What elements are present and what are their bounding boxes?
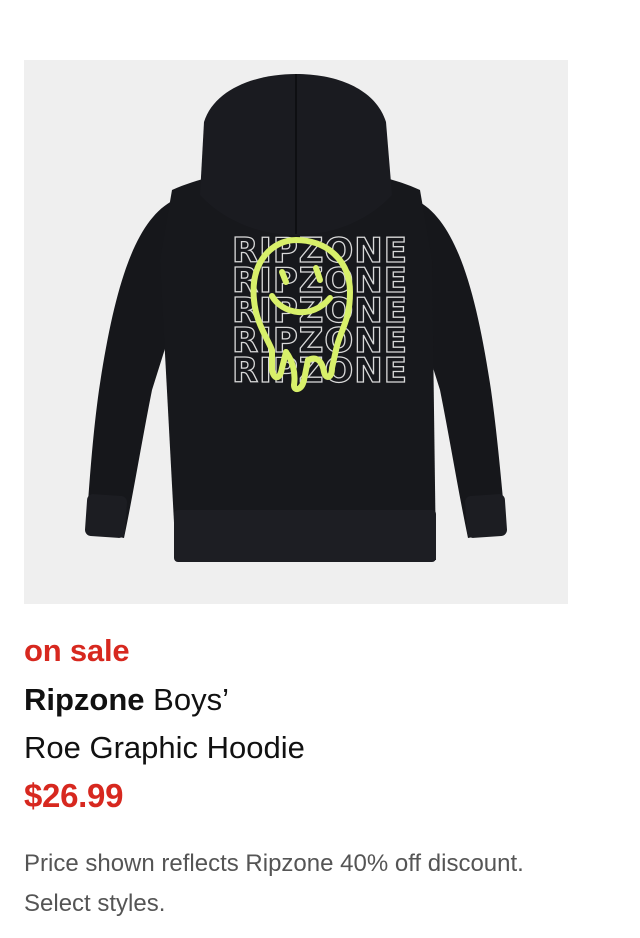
product-brand: Ripzone — [24, 682, 145, 717]
sale-badge: on sale — [24, 633, 130, 668]
product-card[interactable]: RIPZONE RIPZONE RIPZONE RIPZONE RIPZONE … — [24, 60, 568, 924]
svg-text:RIPZONE: RIPZONE — [232, 351, 408, 391]
product-title[interactable]: Ripzone Boys’ Roe Graphic Hoodie — [24, 676, 568, 772]
hoodie-illustration: RIPZONE RIPZONE RIPZONE RIPZONE RIPZONE — [84, 74, 508, 562]
product-image[interactable]: RIPZONE RIPZONE RIPZONE RIPZONE RIPZONE — [24, 60, 568, 604]
product-title-line1: Boys’ — [144, 682, 229, 717]
product-price: $26.99 — [24, 777, 124, 814]
product-title-line2: Roe Graphic Hoodie — [24, 730, 305, 765]
promo-note: Price shown reflects Ripzone 40% off dis… — [24, 850, 524, 917]
